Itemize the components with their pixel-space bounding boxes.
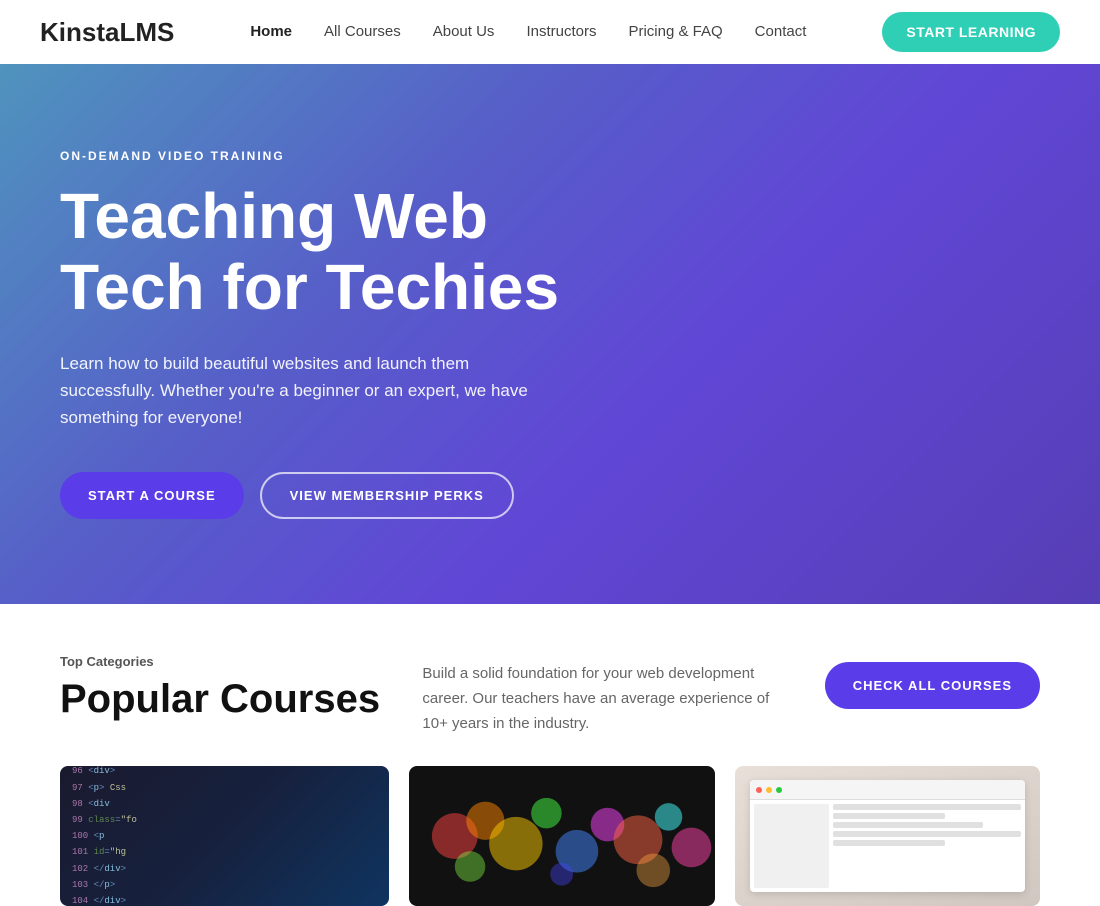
hero-content: ON-DEMAND VIDEO TRAINING Teaching Web Te… — [60, 149, 559, 518]
mockup-body — [750, 800, 1025, 892]
nav-about-us[interactable]: About Us — [433, 23, 495, 40]
content-line — [833, 840, 946, 846]
logo-part1: Kinsta — [40, 17, 119, 47]
content-line — [833, 813, 946, 819]
course-thumb-code[interactable]: 96 <div> 97 <p> Css 98 <div 99 class="fo… — [60, 766, 389, 906]
section-center: Build a solid foundation for your web de… — [422, 654, 782, 736]
hero-section: ON-DEMAND VIDEO TRAINING Teaching Web Te… — [0, 64, 1100, 604]
dot-green — [776, 787, 782, 793]
section-left: Top Categories Popular Courses — [60, 654, 380, 721]
popular-courses-title: Popular Courses — [60, 677, 380, 721]
nav-links: Home All Courses About Us Instructors Pr… — [250, 23, 806, 41]
content-line — [833, 831, 1021, 837]
course-thumb-bokeh[interactable] — [409, 766, 714, 906]
start-learning-button[interactable]: START LEARNING — [882, 12, 1060, 52]
hero-subtitle: Learn how to build beautiful websites an… — [60, 350, 540, 432]
nav-contact[interactable]: Contact — [755, 23, 807, 40]
mockup-header — [750, 780, 1025, 800]
hero-title: Teaching Web Tech for Techies — [60, 181, 559, 322]
top-categories-label: Top Categories — [60, 654, 380, 669]
mockup-sidebar — [754, 804, 829, 888]
hero-buttons: START A COURSE VIEW MEMBERSHIP PERKS — [60, 472, 559, 519]
mockup-content — [833, 804, 1021, 888]
nav-home[interactable]: Home — [250, 23, 292, 40]
navbar: KinstaLMS Home All Courses About Us Inst… — [0, 0, 1100, 64]
hero-eyebrow: ON-DEMAND VIDEO TRAINING — [60, 149, 559, 163]
logo[interactable]: KinstaLMS — [40, 17, 174, 48]
logo-part2: LMS — [119, 17, 174, 47]
membership-perks-button[interactable]: VIEW MEMBERSHIP PERKS — [260, 472, 514, 519]
dot-red — [756, 787, 762, 793]
bokeh-decoration — [409, 766, 714, 906]
hero-title-line2: Tech for Techies — [60, 251, 559, 323]
code-preview: 96 <div> 97 <p> Css 98 <div 99 class="fo… — [72, 766, 137, 906]
nav-all-courses[interactable]: All Courses — [324, 23, 401, 40]
start-course-button[interactable]: START A COURSE — [60, 472, 244, 519]
section-right: CHECK ALL COURSES — [825, 654, 1040, 709]
course-thumb-ui[interactable] — [735, 766, 1040, 906]
content-line — [833, 822, 983, 828]
popular-courses-section: Top Categories Popular Courses Build a s… — [0, 604, 1100, 736]
ui-mockup — [750, 780, 1025, 892]
dot-yellow — [766, 787, 772, 793]
section-description: Build a solid foundation for your web de… — [422, 662, 782, 736]
check-all-courses-button[interactable]: CHECK ALL COURSES — [825, 662, 1040, 709]
content-line — [833, 804, 1021, 810]
course-thumbnails: 96 <div> 97 <p> Css 98 <div 99 class="fo… — [0, 736, 1100, 906]
nav-instructors[interactable]: Instructors — [526, 23, 596, 40]
hero-title-line1: Teaching Web — [60, 180, 488, 252]
nav-pricing-faq[interactable]: Pricing & FAQ — [628, 23, 722, 40]
